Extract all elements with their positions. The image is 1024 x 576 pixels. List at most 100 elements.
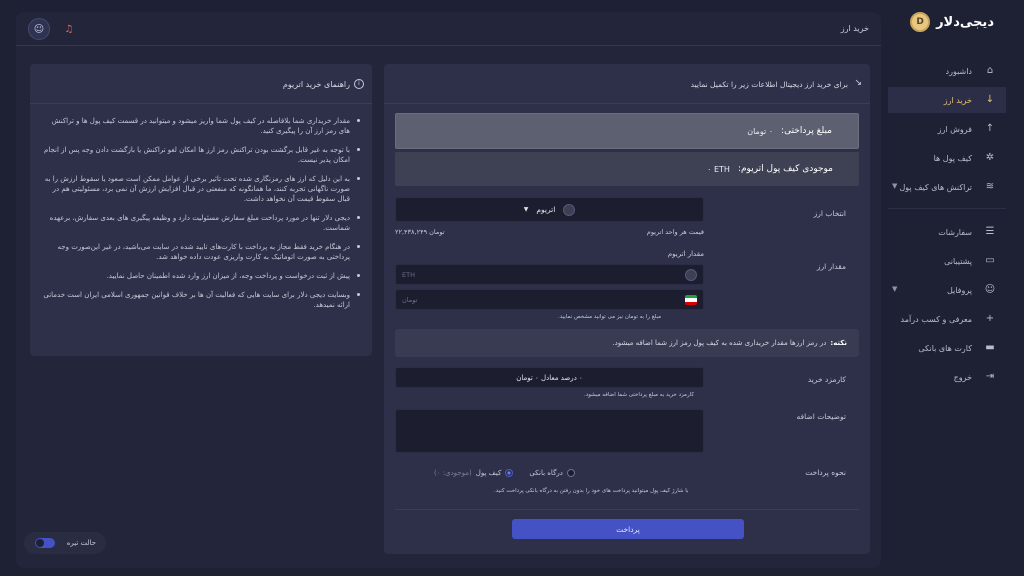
guide-item: پیش از ثبت درخواست و پرداخت وجه، از میزا… <box>42 271 360 281</box>
eth-amount-input[interactable]: ETH <box>395 264 704 285</box>
sidebar-item-label: پشتیبانی <box>944 256 972 266</box>
sidebar-item-label: داشبورد <box>945 66 972 76</box>
dark-mode-toggle[interactable]: حالت تیره <box>24 532 106 554</box>
radio-gateway-label: درگاه بانکی <box>529 469 563 477</box>
user-menu-button[interactable]: ☺ <box>28 18 50 40</box>
sidebar-item-wallet-transactions[interactable]: ≋ تراکنش های کیف پول ▼ <box>888 174 1006 200</box>
home-icon: ⌂ <box>986 65 994 76</box>
sidebar-item-orders[interactable]: ☰ سفارشات <box>888 219 1006 245</box>
note-title: نکته: <box>830 339 847 347</box>
list-icon: ☰ <box>985 226 995 237</box>
notifications-button[interactable]: ♫ <box>58 18 80 40</box>
description-textarea[interactable] <box>395 409 704 453</box>
sidebar-item-label: خروج <box>953 372 972 382</box>
radio-circle <box>505 469 514 477</box>
form-header-text: برای خرید ارز دیجیتال اطلاعات زیر را تکم… <box>690 80 848 89</box>
ethereum-coin-icon <box>685 269 697 281</box>
sidebar-item-profile[interactable]: ☺ پروفایل ▼ <box>888 277 1006 303</box>
note-box: نکته: در رمز ارزها مقدار خریداری شده به … <box>395 329 859 357</box>
sidebar-item-sell[interactable]: ↑ فروش ارز <box>888 116 1006 142</box>
note-text: در رمز ارزها مقدار خریداری شده به کیف پو… <box>612 339 827 347</box>
radio-wallet[interactable]: کیف پول (موجودی: ۰) <box>434 469 514 477</box>
sidebar-item-label: سفارشات <box>938 227 972 237</box>
form-header: ↘ برای خرید ارز دیجیتال اطلاعات زیر را ت… <box>384 64 870 104</box>
brand-logo[interactable]: دیجی‌دلار D <box>910 12 994 32</box>
sidebar-item-label: کارت های بانکی <box>918 343 972 353</box>
toman-placeholder: تومان <box>402 296 418 304</box>
payable-label: مبلغ پرداختی: <box>781 126 832 136</box>
sidebar-item-label: پروفایل <box>946 285 972 295</box>
sidebar-item-label: فروش ارز <box>937 124 972 134</box>
dark-mode-label: حالت تیره <box>66 539 96 547</box>
sidebar-item-buy[interactable]: ↓ خرید ارز <box>888 87 1006 113</box>
radio-circle <box>566 469 575 477</box>
sidebar-item-logout[interactable]: ⇥ خروج <box>888 364 1006 390</box>
sidebar-item-support[interactable]: ▭ پشتیبانی <box>888 248 1006 274</box>
payment-method-group: درگاه بانکی کیف پول (موجودی: ۰) <box>434 469 575 477</box>
layers-icon: ≋ <box>985 181 995 192</box>
sidebar-item-label: تراکنش های کیف پول <box>899 182 972 192</box>
description-label: توضیحات اضافه <box>796 412 846 421</box>
unit-price-row: قیمت هر واحد اتریوم ۲۲,۴۳۸,۲۴۹ تومان <box>395 228 704 236</box>
guide-title: راهنمای خرید اتریوم <box>282 80 350 89</box>
amount-label: مقدار ارز <box>816 262 846 271</box>
unit-price-label: قیمت هر واحد اتریوم <box>646 228 704 236</box>
guide-panel: i راهنمای خرید اتریوم مقدار خریداری شما … <box>30 64 372 356</box>
buy-form: ↘ برای خرید ارز دیجیتال اطلاعات زیر را ت… <box>384 64 870 554</box>
arrow-up-icon: ↑ <box>985 123 995 134</box>
amount-sublabel: مقدار اتریوم <box>667 250 704 258</box>
guide-item: مقدار خریداری شما بلافاصله در کیف پول شم… <box>42 116 360 136</box>
radio-wallet-label: کیف پول <box>475 469 502 477</box>
user-plus-icon: + <box>985 313 995 324</box>
wallet-balance-box: موجودی کیف پول اتریوم: ۰ ETH <box>395 152 859 186</box>
ethereum-coin-icon <box>563 203 576 216</box>
eth-placeholder: ETH <box>402 271 415 279</box>
balance-value: ۰ ETH <box>707 164 730 174</box>
arrow-down-icon: ↓ <box>985 94 995 105</box>
guide-item: با توجه به غیر قابل برگشت بودن تراکنش رم… <box>42 145 360 165</box>
balance-label: موجودی کیف پول اتریوم: <box>737 164 833 174</box>
chevron-down-icon: ▼ <box>892 182 898 190</box>
sidebar-item-wallets[interactable]: ✲ کیف پول ها <box>888 145 1006 171</box>
brand-name: دیجی‌دلار <box>936 14 994 30</box>
guide-list: مقدار خریداری شما بلافاصله در کیف پول شم… <box>30 104 372 310</box>
sidebar-divider <box>888 208 1006 209</box>
fee-value: ۰ درصد معادل ۰ تومان <box>516 373 583 382</box>
sidebar-item-label: خرید ارز <box>943 95 972 105</box>
fee-hint: کارمزد خرید به مبلغ پرداختی شما اضافه می… <box>584 392 694 398</box>
iran-flag-icon <box>685 295 697 305</box>
guide-item: وبسایت دیجی دلار برای سایت هایی که فعالی… <box>42 290 360 310</box>
payable-value: ۰ تومان <box>747 126 774 136</box>
pay-button[interactable]: پرداخت <box>512 519 744 539</box>
radio-gateway[interactable]: درگاه بانکی <box>529 469 575 477</box>
info-icon: i <box>354 79 364 89</box>
sidebar-item-dashboard[interactable]: ⌂ داشبورد <box>888 58 1006 84</box>
chat-icon: ▭ <box>985 255 995 266</box>
asset-select[interactable]: اتریوم ▼ <box>395 197 704 222</box>
guide-item: در هنگام خرید فقط مجاز به پرداخت با کارت… <box>42 242 360 262</box>
radio-wallet-balance: (موجودی: ۰) <box>434 469 472 477</box>
sidebar-nav: ⌂ داشبورد ↓ خرید ارز ↑ فروش ارز ✲ کیف پو… <box>888 58 1024 393</box>
divider <box>395 509 859 510</box>
unit-price-value: ۲۲,۴۳۸,۲۴۹ تومان <box>395 228 445 236</box>
sidebar: دیجی‌دلار D ⌂ داشبورد ↓ خرید ارز ↑ فروش … <box>888 0 1024 576</box>
guide-header: i راهنمای خرید اتریوم <box>30 64 372 104</box>
guide-item: دیجی دلار تنها در مورد پرداخت مبلغ سفارش… <box>42 213 360 233</box>
bell-off-icon: ♫ <box>64 23 74 35</box>
sidebar-item-referral[interactable]: + معرفی و کسب درآمد <box>888 306 1006 332</box>
logo-icon: D <box>910 12 931 32</box>
payment-method-hint: با شارژ کیف پول میتوانید پرداخت های خود … <box>494 488 689 494</box>
user-icon: ☺ <box>984 284 996 295</box>
sidebar-item-bank-cards[interactable]: ▬ کارت های بانکی <box>888 335 1006 361</box>
trend-down-icon: ↘ <box>854 78 862 88</box>
payment-method-label: نحوه پرداخت <box>805 468 846 477</box>
wallet-icon: ✲ <box>985 152 995 163</box>
caret-down-icon: ▼ <box>523 206 529 213</box>
credit-card-icon: ▬ <box>985 342 995 353</box>
dark-mode-switch[interactable] <box>34 538 55 548</box>
toman-amount-input[interactable]: تومان <box>395 289 704 310</box>
toman-hint: مبلغ را به تومان نیز می توانید مشخص نمای… <box>558 314 662 320</box>
guide-item: به این دلیل که ارز های رمزنگاری شده تحت … <box>42 174 360 204</box>
page-title: خرید ارز <box>840 24 869 33</box>
logout-icon: ⇥ <box>985 371 995 382</box>
